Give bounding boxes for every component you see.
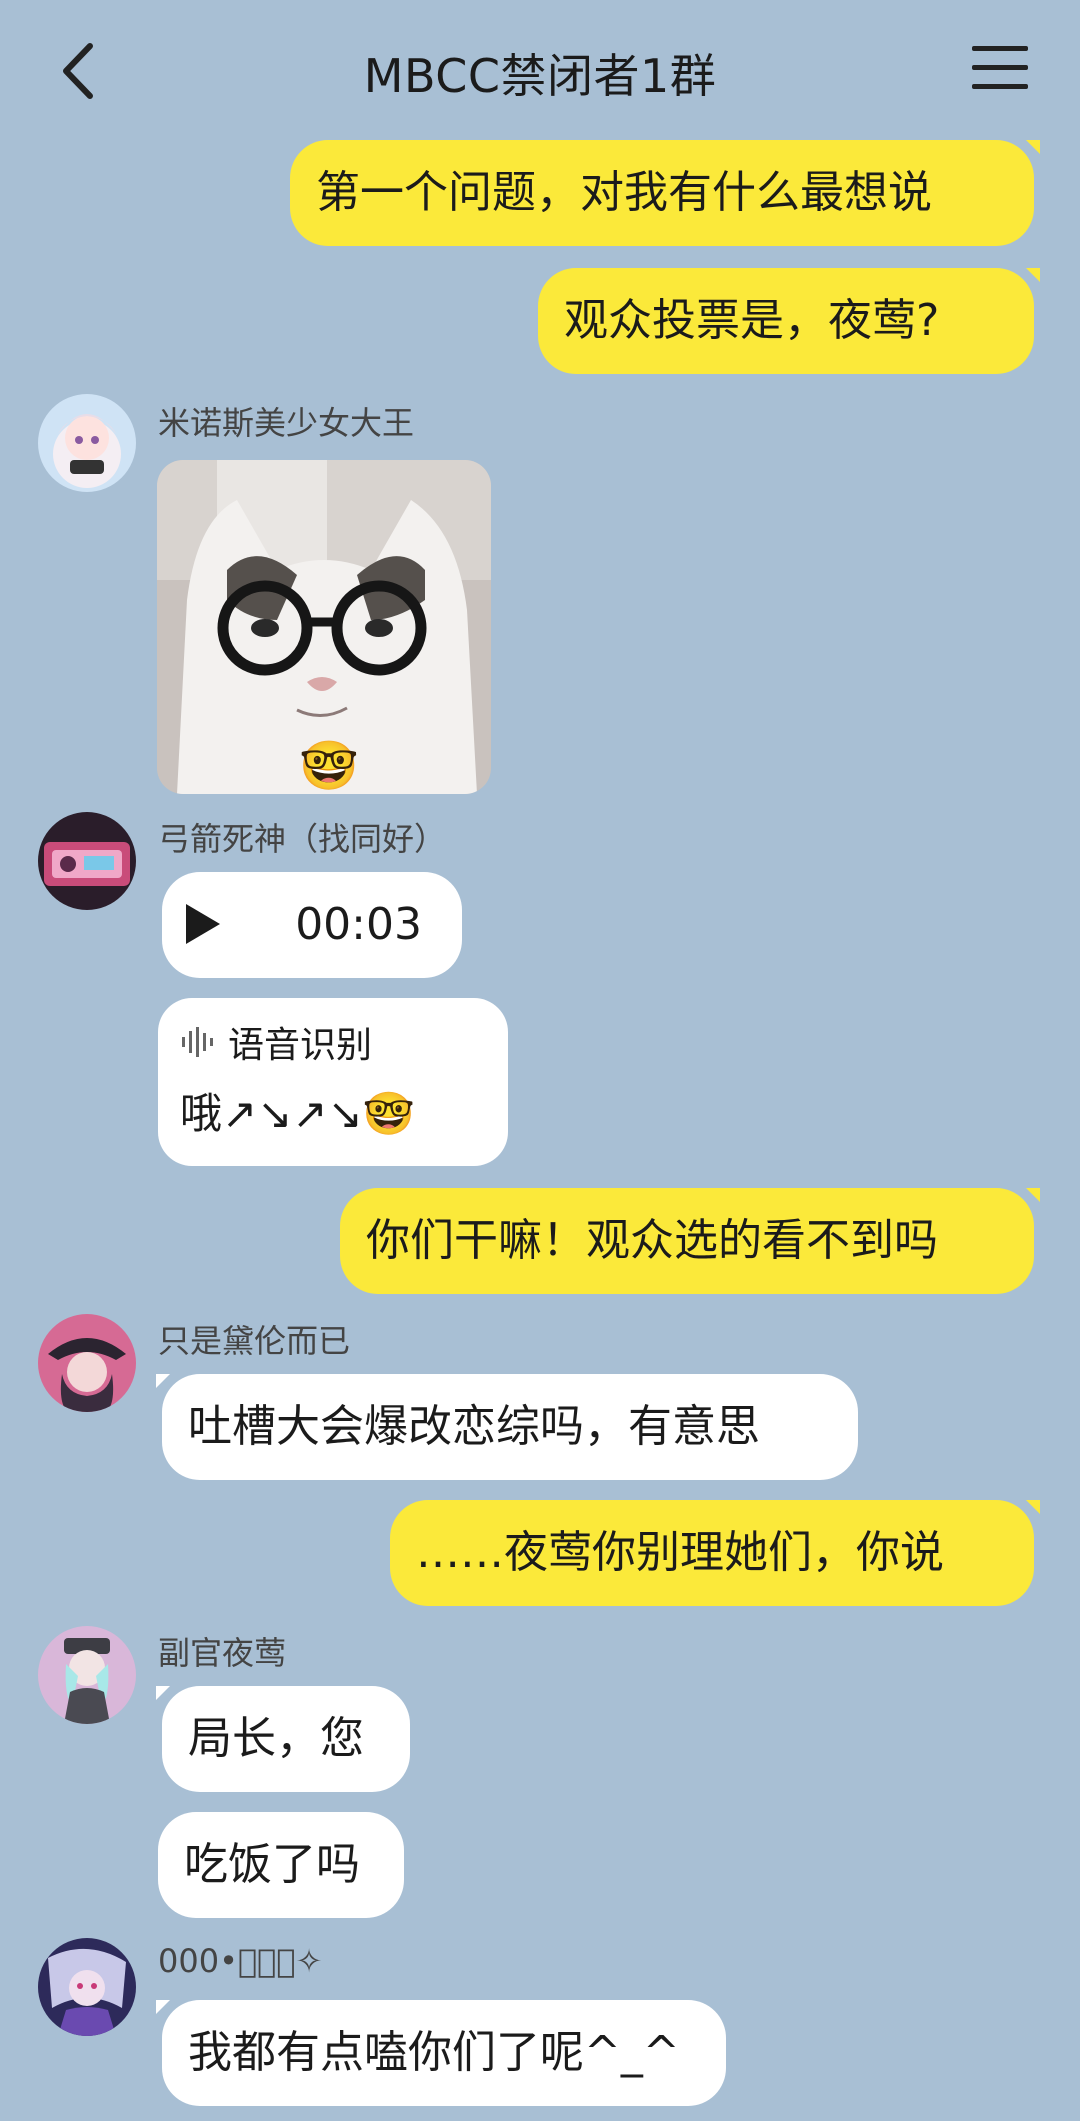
other-message-bubble[interactable]: 吃饭了吗 <box>158 1812 404 1918</box>
chat-header: MBCC禁闭者1群 <box>0 0 1080 140</box>
message-text: 第一个问题，对我有什么最想说 <box>316 167 932 218</box>
self-message-bubble[interactable]: 第一个问题，对我有什么最想说 <box>290 140 1040 246</box>
message-text: ……夜莺你别理她们，你说 <box>416 1527 944 1578</box>
message-text: 你们干嘛！观众选的看不到吗 <box>366 1215 938 1266</box>
avatar[interactable] <box>38 812 136 910</box>
avatar[interactable] <box>38 1938 136 2036</box>
message-text: 吃饭了吗 <box>184 1839 360 1890</box>
voice-duration: 00:03 <box>295 899 422 950</box>
audio-wave-icon <box>180 1025 214 1070</box>
sender-name: 000•ﾞ⸝⸝✧ <box>158 1942 323 1980</box>
self-message-bubble[interactable]: 观众投票是，夜莺? <box>538 268 1040 374</box>
menu-button[interactable] <box>972 46 1028 96</box>
avatar[interactable] <box>38 394 136 492</box>
nerd-emoji: 🤓 <box>299 738 359 794</box>
speech-to-text-card[interactable]: 语音识别 哦↗↘↗↘🤓 <box>158 998 508 1166</box>
other-message-bubble[interactable]: 吐槽大会爆改恋综吗，有意思 <box>156 1374 858 1480</box>
self-message-bubble[interactable]: ……夜莺你别理她们，你说 <box>390 1500 1040 1606</box>
hamburger-menu-icon <box>972 46 1028 89</box>
message-text: 局长，您 <box>188 1713 364 1764</box>
play-icon[interactable] <box>186 904 220 944</box>
avatar[interactable] <box>38 1626 136 1724</box>
chat-title: MBCC禁闭者1群 <box>363 49 717 103</box>
message-text: 观众投票是，夜莺? <box>564 295 940 346</box>
sender-name: 副官夜莺 <box>158 1634 287 1672</box>
sender-name: 米诺斯美少女大王 <box>158 404 415 442</box>
other-message-bubble[interactable]: 局长，您 <box>156 1686 410 1792</box>
sticker-image[interactable]: 🤓 <box>157 460 491 794</box>
voice-message[interactable]: 00:03 <box>162 872 462 978</box>
message-text: 吐槽大会爆改恋综吗，有意思 <box>188 1401 760 1452</box>
message-text: 我都有点嗑你们了呢^_^ <box>188 2027 680 2078</box>
sender-name: 弓箭死神（找同好） <box>158 820 447 858</box>
speech-to-text-label: 语音识别 <box>228 1025 373 1066</box>
avatar[interactable] <box>38 1314 136 1412</box>
other-message-bubble[interactable]: 我都有点嗑你们了呢^_^ <box>156 2000 726 2106</box>
self-message-bubble[interactable]: 你们干嘛！观众选的看不到吗 <box>340 1188 1040 1294</box>
sender-name: 只是黛伦而已 <box>158 1322 351 1360</box>
speech-to-text-content: 哦↗↘↗↘🤓 <box>180 1089 416 1138</box>
